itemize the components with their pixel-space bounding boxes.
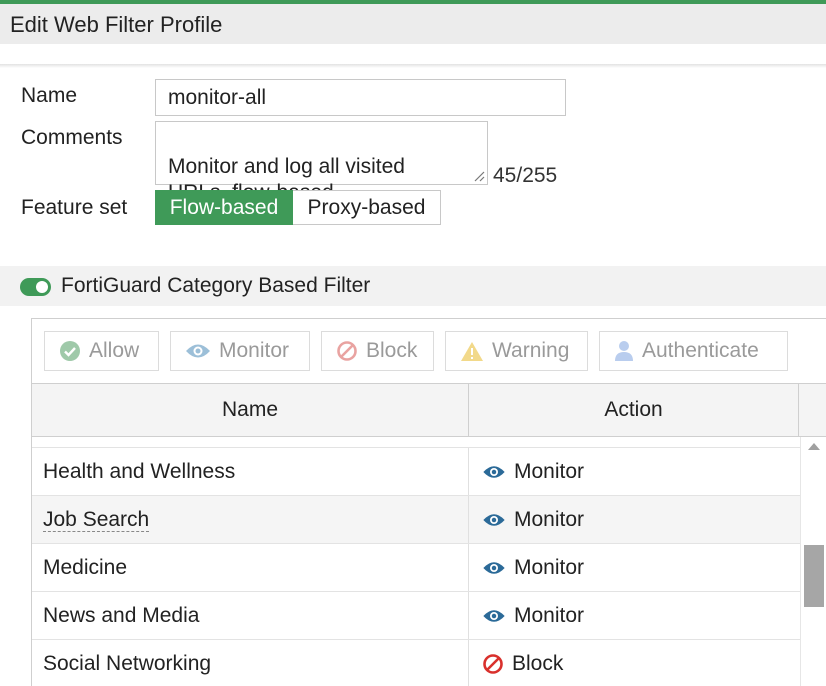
eye-icon — [483, 466, 505, 478]
eye-icon — [483, 610, 505, 622]
table-row[interactable]: Social Networking Block — [32, 639, 800, 686]
block-label: Block — [366, 339, 418, 362]
column-separator — [798, 384, 799, 436]
feature-proxy-based-button[interactable]: Proxy-based — [293, 190, 441, 225]
action-label: Block — [512, 652, 564, 675]
category-action: Monitor — [482, 448, 584, 496]
table-header: Name Action — [32, 383, 826, 437]
page-title: Edit Web Filter Profile — [10, 12, 223, 37]
table-scrollbar[interactable] — [800, 437, 826, 686]
comments-label: Comments — [21, 126, 123, 149]
category-link[interactable]: Job Search — [43, 508, 150, 532]
table-row[interactable]: Medicine Monitor — [32, 543, 800, 592]
scrollbar-thumb[interactable] — [804, 545, 824, 607]
warning-button[interactable]: Warning — [445, 331, 588, 371]
cell-separator — [468, 592, 469, 640]
action-label: Monitor — [514, 460, 585, 483]
cell-separator — [468, 496, 469, 544]
category-name: Job Search — [43, 496, 150, 544]
category-name: Social Networking — [43, 652, 212, 675]
allow-label: Allow — [89, 339, 140, 362]
action-label: Monitor — [514, 556, 585, 579]
no-entry-icon — [337, 341, 357, 361]
scroll-up-arrow-icon[interactable] — [808, 443, 820, 450]
category-name: Medicine — [43, 556, 128, 579]
no-entry-icon — [483, 654, 503, 674]
feature-flow-based-button[interactable]: Flow-based — [155, 190, 293, 225]
eye-icon — [483, 562, 505, 574]
comments-textarea[interactable]: Monitor and log all visited URLs, flow-b… — [155, 121, 488, 204]
page-header: Edit Web Filter Profile — [0, 4, 826, 44]
user-icon — [615, 341, 633, 361]
cell-separator — [468, 640, 469, 686]
cell-separator — [468, 544, 469, 592]
column-header-action[interactable]: Action — [469, 384, 798, 436]
warning-triangle-icon — [461, 342, 483, 361]
category-action: Monitor — [482, 544, 584, 592]
name-label: Name — [21, 84, 78, 107]
authenticate-label: Authenticate — [642, 339, 759, 362]
header-divider — [0, 64, 826, 68]
cell-separator — [468, 448, 469, 496]
action-label: Monitor — [514, 508, 585, 531]
category-name: Health and Wellness — [43, 460, 236, 483]
feature-set-label: Feature set — [21, 196, 128, 219]
category-action: Monitor — [482, 496, 584, 544]
monitor-button[interactable]: Monitor — [170, 331, 310, 371]
fortiguard-toggle[interactable] — [20, 278, 51, 296]
check-circle-icon — [60, 341, 80, 361]
fortiguard-section-header: FortiGuard Category Based Filter — [0, 266, 826, 306]
toggle-knob — [36, 281, 48, 293]
block-button[interactable]: Block — [321, 331, 434, 371]
section-title: FortiGuard Category Based Filter — [61, 274, 371, 297]
comments-char-count: 45/255 — [493, 164, 558, 187]
table-row[interactable]: Job Search Monitor — [32, 495, 800, 544]
category-name: News and Media — [43, 604, 200, 627]
column-header-name[interactable]: Name — [32, 384, 468, 436]
table-body: Health and Wellness Monitor Job Search M… — [32, 437, 800, 686]
category-action: Block — [482, 640, 563, 686]
eye-icon — [483, 514, 505, 526]
monitor-label: Monitor — [219, 339, 290, 362]
allow-button[interactable]: Allow — [44, 331, 159, 371]
category-filter-panel: Allow Monitor Block Warning Authenticate… — [31, 318, 826, 686]
eye-icon — [186, 344, 210, 358]
name-input[interactable] — [155, 79, 566, 116]
category-action: Monitor — [482, 592, 584, 640]
action-toolbar: Allow Monitor Block Warning Authenticate — [32, 319, 826, 383]
action-label: Monitor — [514, 604, 585, 627]
table-row[interactable]: News and Media Monitor — [32, 591, 800, 640]
table-row[interactable]: Health and Wellness Monitor — [32, 447, 800, 496]
resize-grip-icon[interactable] — [473, 170, 485, 182]
warning-label: Warning — [492, 339, 570, 362]
authenticate-button[interactable]: Authenticate — [599, 331, 788, 371]
